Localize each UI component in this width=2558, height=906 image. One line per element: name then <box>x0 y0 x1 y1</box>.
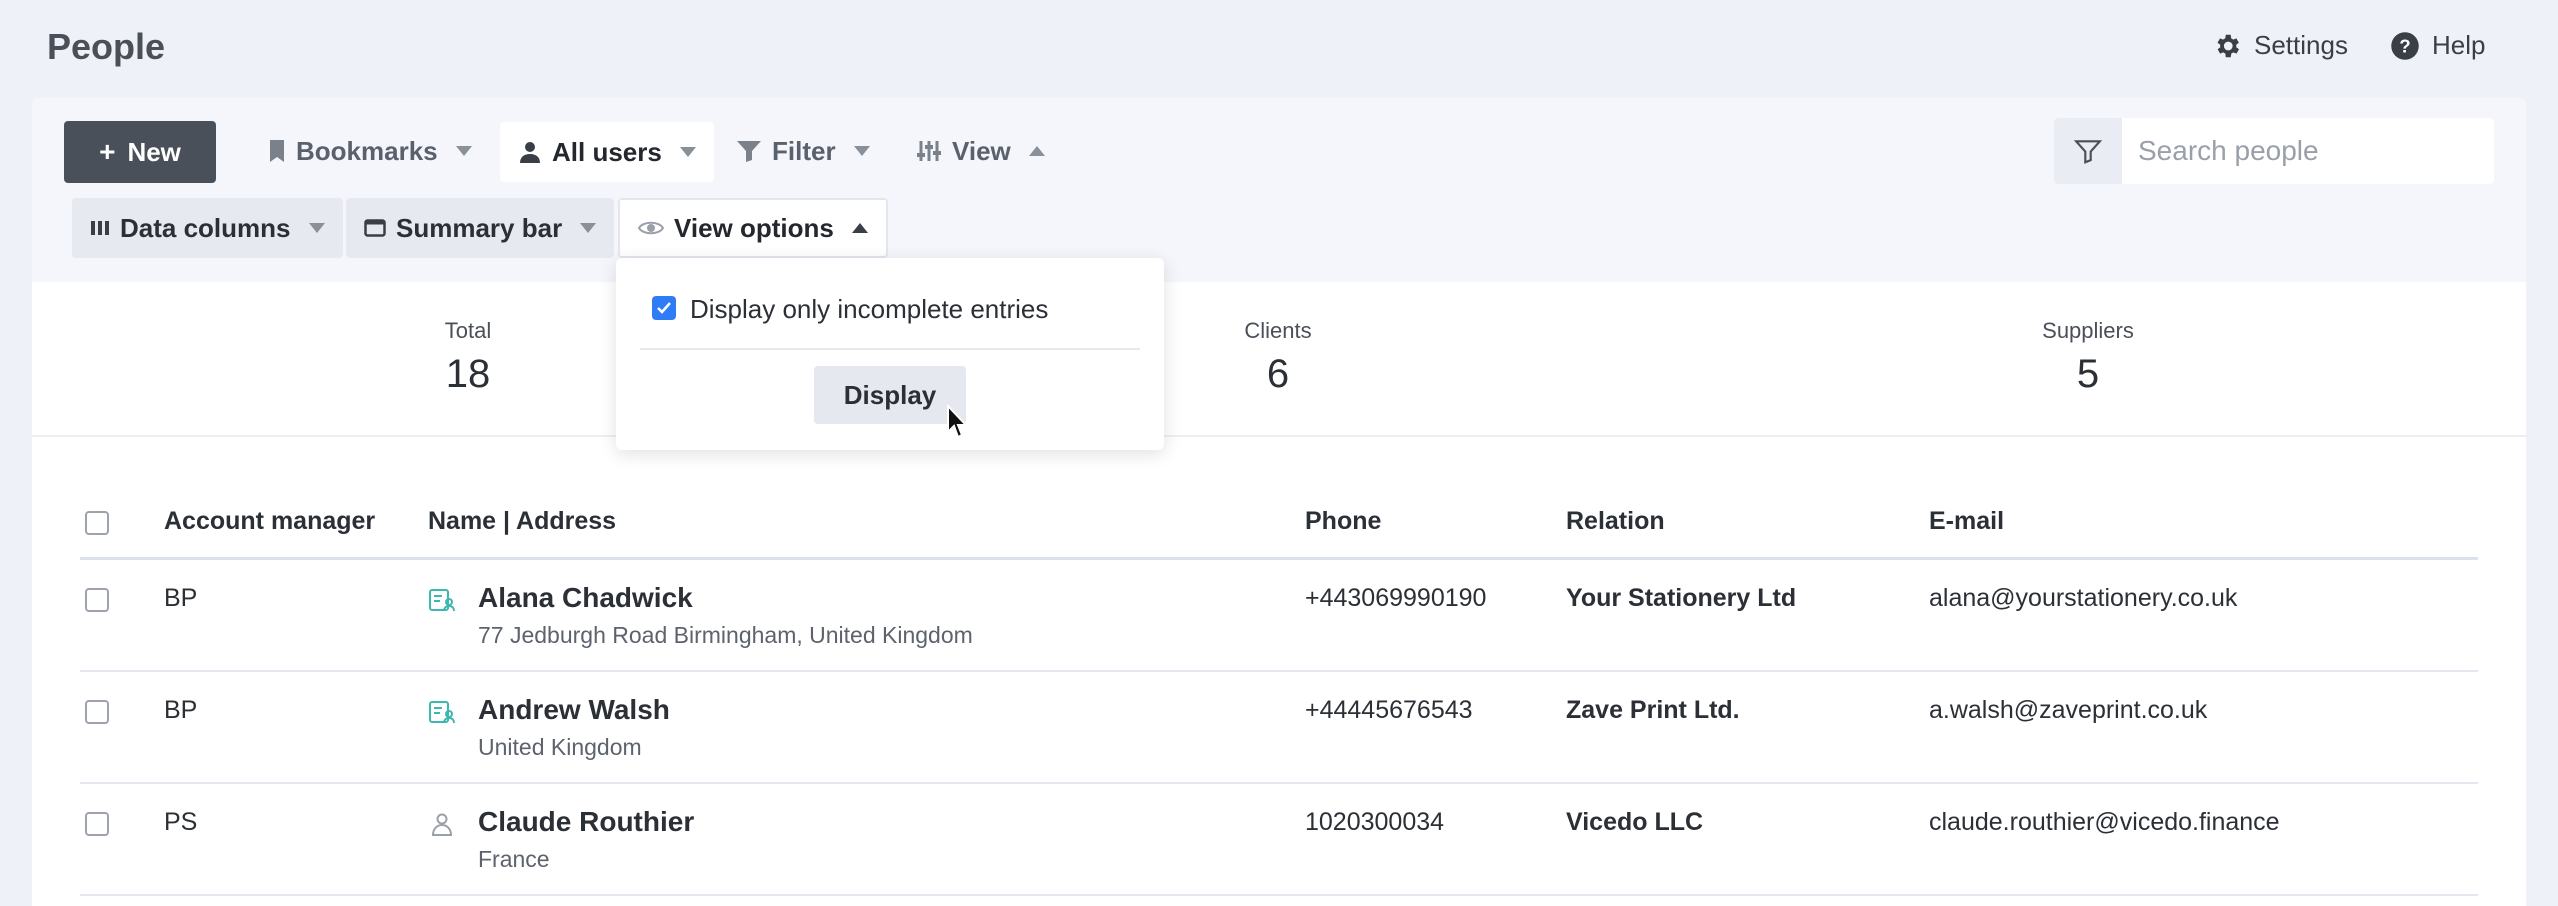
column-header-email[interactable]: E-mail <box>1929 507 2004 536</box>
header-divider <box>80 557 2478 560</box>
account-manager-cell: BP <box>164 584 198 612</box>
row-divider <box>80 782 2478 784</box>
relation-cell[interactable]: Zave Print Ltd. <box>1566 696 1740 725</box>
suppliers-value: 5 <box>2076 352 2100 396</box>
new-button[interactable]: + New <box>64 121 216 183</box>
plus-icon: + <box>99 136 116 167</box>
contact-name[interactable]: Andrew Walsh <box>478 694 670 726</box>
bookmark-icon <box>270 140 284 162</box>
email-cell[interactable]: claude.routhier@vicedo.finance <box>1929 808 2280 837</box>
contact-card-icon <box>429 589 455 612</box>
contact-name[interactable]: Alana Chadwick <box>478 582 693 614</box>
page-title: People <box>47 26 166 67</box>
relation-cell[interactable]: Your Stationery Ltd <box>1566 584 1796 613</box>
column-header-phone[interactable]: Phone <box>1305 507 1381 536</box>
chevron-down-icon <box>455 146 472 156</box>
help-link[interactable]: ? Help <box>2390 30 2485 61</box>
all-users-dropdown[interactable]: All users <box>500 122 714 182</box>
email-cell[interactable]: alana@yourstationery.co.uk <box>1929 584 2237 613</box>
relation-cell[interactable]: Vicedo LLC <box>1566 808 1703 837</box>
column-header-relation[interactable]: Relation <box>1566 507 1665 536</box>
clients-label: Clients <box>1244 318 1312 343</box>
summary-divider <box>32 435 2526 437</box>
columns-icon <box>91 221 109 235</box>
chevron-down-icon <box>580 223 597 233</box>
settings-link[interactable]: Settings <box>2212 30 2348 61</box>
view-options-menu: Display only incomplete entries Display <box>616 258 1164 450</box>
contact-address: France <box>478 846 550 872</box>
email-cell[interactable]: a.walsh@zaveprint.co.uk <box>1929 696 2207 725</box>
account-manager-cell: PS <box>164 808 198 836</box>
clients-value: 6 <box>1266 352 1290 396</box>
window-icon <box>364 219 386 237</box>
total-value: 18 <box>445 352 491 396</box>
data-columns-dropdown[interactable]: Data columns <box>72 198 343 258</box>
total-label: Total <box>444 318 492 343</box>
row-divider <box>80 894 2478 896</box>
contact-card-icon <box>429 701 455 724</box>
chevron-down-icon <box>679 147 696 157</box>
filter-icon <box>737 141 761 162</box>
contact-address: United Kingdom <box>478 734 642 760</box>
svg-text:?: ? <box>2399 35 2410 56</box>
user-icon <box>520 142 540 163</box>
search-filter-button[interactable] <box>2054 118 2122 184</box>
phone-cell: 1020300034 <box>1305 808 1445 836</box>
chevron-down-icon <box>308 223 325 233</box>
suppliers-label: Suppliers <box>2042 318 2134 343</box>
phone-cell: +443069990190 <box>1305 584 1487 612</box>
eye-icon <box>638 221 664 235</box>
gear-icon <box>2217 34 2239 57</box>
row-checkbox[interactable] <box>85 700 109 724</box>
row-divider <box>80 670 2478 672</box>
column-header-name-address[interactable]: Name | Address <box>428 507 616 536</box>
contact-name[interactable]: Claude Routhier <box>478 806 694 838</box>
column-header-account-manager[interactable]: Account manager <box>164 507 375 536</box>
filter-icon <box>2074 140 2102 164</box>
summary-bar-dropdown[interactable]: Summary bar <box>346 198 615 258</box>
menu-divider <box>640 348 1140 350</box>
search-input[interactable]: Search people <box>2122 135 2319 167</box>
sliders-icon <box>917 141 941 161</box>
mouse-cursor-icon <box>947 404 969 439</box>
row-checkbox[interactable] <box>85 812 109 836</box>
select-all-checkbox[interactable] <box>85 511 109 535</box>
display-button[interactable]: Display <box>814 366 966 424</box>
chevron-down-icon <box>853 146 870 156</box>
person-icon <box>431 813 453 836</box>
checkmark-icon <box>657 302 671 314</box>
settings-label: Settings <box>2254 30 2348 60</box>
contact-address: 77 Jedburgh Road Birmingham, United King… <box>478 622 973 648</box>
row-checkbox[interactable] <box>85 588 109 612</box>
incomplete-entries-label[interactable]: Display only incomplete entries <box>690 294 1048 325</box>
phone-cell: +44445676543 <box>1305 696 1473 724</box>
view-options-dropdown[interactable]: View options <box>618 198 888 258</box>
view-dropdown[interactable]: View <box>898 122 1063 180</box>
bookmarks-dropdown[interactable]: Bookmarks <box>250 122 490 180</box>
help-icon: ? <box>2391 31 2419 60</box>
search-box[interactable]: Search people <box>2054 118 2494 184</box>
filter-dropdown[interactable]: Filter <box>718 122 888 180</box>
chevron-up-icon <box>1028 146 1045 156</box>
help-label: Help <box>2432 30 2486 60</box>
chevron-up-icon <box>851 223 868 233</box>
account-manager-cell: BP <box>164 696 198 724</box>
incomplete-entries-checkbox[interactable] <box>652 296 676 320</box>
